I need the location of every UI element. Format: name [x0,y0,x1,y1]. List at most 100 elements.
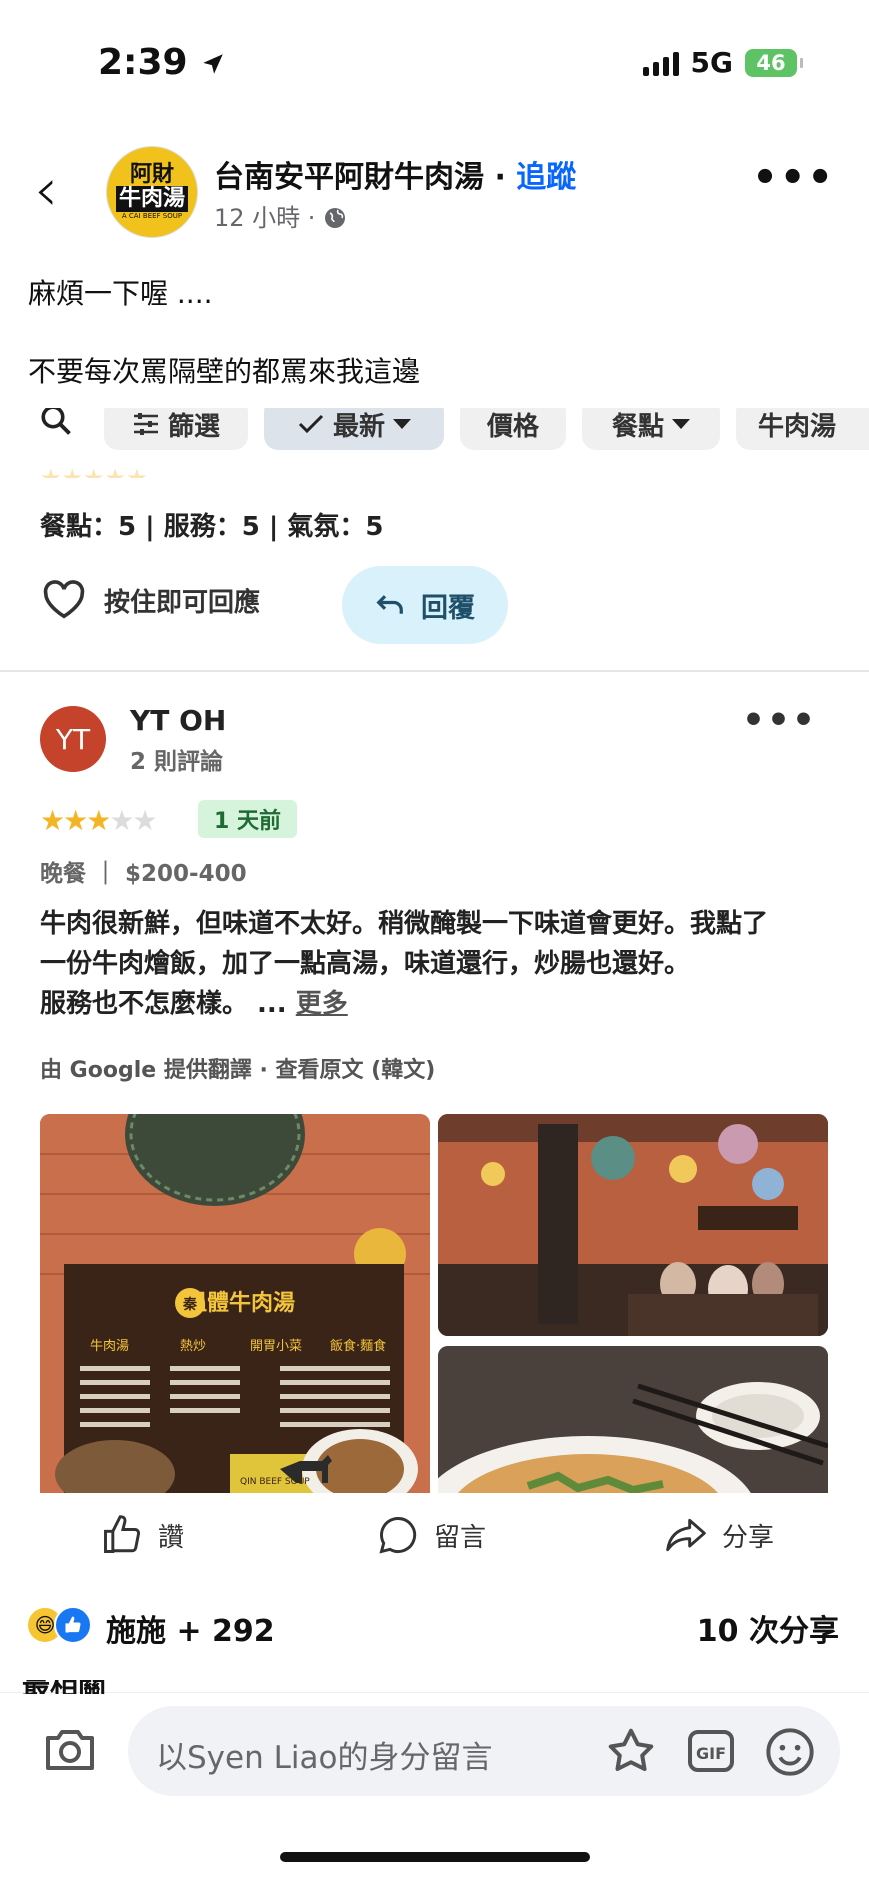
page-name-line: 台南安平阿財牛肉湯 · 追蹤 [214,152,576,196]
logo-text-2: 牛肉湯 [115,186,188,212]
star-rating: ★★★★★ [40,804,158,837]
status-indicators: 5G 46 [642,46,803,79]
meal-price: 晚餐 ｜ $200-400 [40,861,247,887]
star-filled-icon: ★ [63,804,88,837]
newest-chip-label: 最新 [332,411,385,442]
post-text-line-1: 麻煩一下喔 .... [28,277,213,310]
menu-photo-illustration: 溫體牛肉湯 秦 牛肉湯 熱炒 開胃小菜 飯食·麵食 QIN BEEF SOUP [40,1114,430,1493]
comment-bubble-icon [379,1517,417,1554]
back-chevron-icon[interactable]: ‹ [34,160,58,220]
globe-icon [325,208,346,228]
cell-signal-icon [642,50,679,76]
star-filled-icon: ★ [40,804,65,837]
check-icon [298,414,324,434]
reviewer-name[interactable]: YT OH [130,704,226,737]
food-photo-illustration [438,1346,828,1493]
review-line-1: 牛肉很新鮮，但味道不太好。稍微醃製一下味道會更好。我點了 [40,909,769,939]
svg-text:GIF: GIF [696,1744,726,1763]
see-more-link[interactable]: 更多 [296,989,348,1019]
home-indicator [280,1852,590,1862]
meal-chip[interactable]: 餐點 [582,408,720,450]
review-photo-restaurant[interactable] [438,1114,828,1336]
logo-text-1: 阿財 [129,162,174,187]
comment-label: 留言 [434,1522,487,1553]
heart-icon [43,580,85,619]
avatar-sticker-icon[interactable] [604,1726,658,1780]
camera-icon[interactable] [44,1726,96,1776]
logo-text-3: A CAI BEEF SOUP [121,212,183,220]
hold-to-react[interactable]: 按住即可回應 [42,580,260,620]
restaurant-photo-illustration [438,1114,828,1336]
divider [0,670,869,672]
like-reaction-icon [54,1606,92,1644]
price-chip[interactable]: 價格 [460,408,566,450]
menu-col-4: 飯食·麵食 [330,1338,386,1354]
star-filled-icon: ★ [86,804,111,837]
post-image[interactable]: 篩選 最新 價格 餐點 牛肉湯 ★★★★★ 餐點：5 | 服務：5 | 氣氛：5… [0,408,869,1493]
translation-notice[interactable]: 由 Google 提供翻譯 · 查看原文 (韓文) [40,1052,435,1084]
share-button[interactable]: 分享 [664,1513,774,1557]
menu-col-3: 開胃小菜 [250,1339,302,1354]
star-empty-icon: ★ [109,804,134,837]
network-type: 5G [690,46,733,79]
status-time: 2:39 [98,42,226,83]
filter-chip[interactable]: 篩選 [104,408,248,450]
reaction-icons[interactable]: 😄 [26,1606,92,1644]
chevron-down-icon [672,419,690,429]
sliders-icon [133,413,158,435]
prev-review-ratings: 餐點：5 | 服務：5 | 氣氛：5 [40,512,384,542]
review-body: 牛肉很新鮮，但味道不太好。稍微醃製一下味道會更好。我點了 一份牛肉燴飯，加了一點… [40,904,840,1024]
reviewer-avatar[interactable]: YT [40,706,106,772]
page-name[interactable]: 台南安平阿財牛肉湯 [214,160,484,195]
post-more-icon[interactable]: ••• [752,158,835,198]
review-photo-food[interactable] [438,1346,828,1493]
comment-input-placeholder: 以Syen Liao的身分留言 [156,1740,493,1776]
beef-soup-chip-label: 牛肉湯 [758,411,837,442]
reviewer-review-count: 2 則評論 [130,749,224,775]
reaction-summary[interactable]: 施施 + 292 [106,1606,275,1650]
review-line-2: 一份牛肉燴飯，加了一點高湯，味道還行，炒腸也還好。 [40,949,691,979]
review-more-icon[interactable]: ••• [742,700,817,741]
meal-chip-label: 餐點 [611,411,664,442]
reply-label: 回覆 [421,592,475,624]
newest-chip[interactable]: 最新 [264,408,444,450]
post-meta: 12 小時 · [214,198,347,233]
filter-bar: 篩選 最新 價格 餐點 牛肉湯 [0,408,869,454]
review-photo-menu[interactable]: 溫體牛肉湯 秦 牛肉湯 熱炒 開胃小菜 飯食·麵食 QIN BEEF SOUP [40,1114,430,1493]
follow-button[interactable]: 追蹤 [516,160,576,195]
cropped-stars: ★★★★★ [40,464,148,478]
cropped-text: 最相關 [22,1680,142,1694]
gif-icon[interactable]: GIF [686,1728,736,1778]
star-empty-icon: ★ [132,804,157,837]
beef-soup-chip[interactable]: 牛肉湯 [736,408,869,450]
share-label: 分享 [722,1522,775,1553]
menu-col-1: 牛肉湯 [90,1339,129,1354]
separator-dot: · [484,160,517,195]
emoji-icon[interactable] [764,1726,816,1782]
review-line-3: 服務也不怎麼樣。 ... 更多 [40,984,840,1024]
post-time[interactable]: 12 小時 · [214,204,315,232]
reply-arrow-icon [376,595,403,614]
filter-chip-label: 篩選 [167,411,220,442]
search-icon[interactable] [38,408,74,438]
like-label: 讚 [158,1522,185,1553]
reply-button[interactable]: 回覆 [342,566,508,644]
comment-button[interactable]: 留言 [376,1513,486,1557]
share-count[interactable]: 10 次分享 [697,1606,839,1650]
post-action-bar: 讚 留言 分享 [0,1493,869,1583]
thumbs-up-icon [104,1515,140,1553]
menu-col-2: 熱炒 [180,1339,206,1354]
menu-brand: QIN BEEF SOUP [240,1477,310,1487]
battery-level: 46 [756,50,786,75]
location-arrow-icon [203,54,223,74]
like-button[interactable]: 讚 [100,1513,184,1557]
svg-text:秦: 秦 [182,1296,198,1313]
page-avatar[interactable]: 阿財 牛肉湯 A CAI BEEF SOUP [106,146,198,238]
price-chip-label: 價格 [486,411,539,442]
review-age-badge: 1 天前 [198,800,297,838]
chevron-down-icon [393,419,411,429]
hold-to-react-label: 按住即可回應 [104,587,261,618]
post-text-line-2: 不要每次罵隔壁的都罵來我這邊 [28,355,421,388]
battery-icon: 46 [745,48,803,77]
review-line-3-text: 服務也不怎麼樣。 ... [40,989,296,1019]
